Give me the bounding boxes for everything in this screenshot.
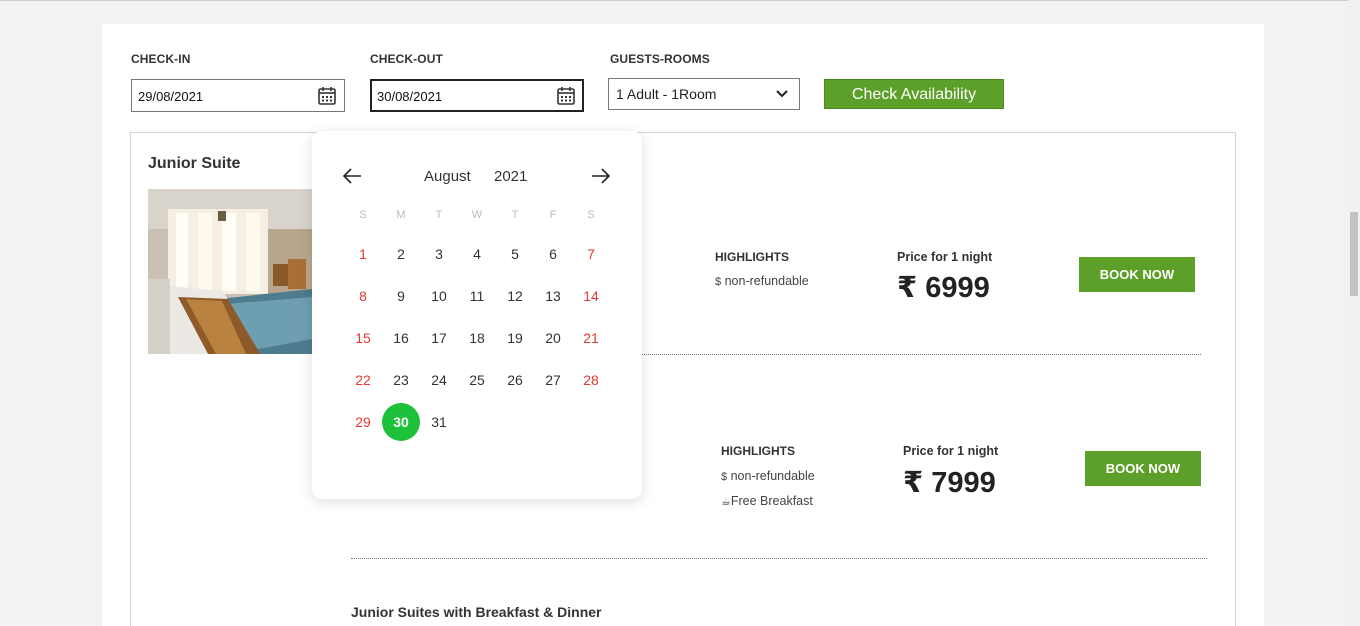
- calendar-day[interactable]: 19: [496, 319, 534, 357]
- top-border: [0, 0, 1360, 1]
- room-photo: [148, 189, 312, 354]
- offer-divider: [351, 558, 1207, 559]
- checkout-value: 30/08/2021: [377, 89, 443, 104]
- weekday-header: F: [549, 209, 557, 221]
- arrow-left-icon[interactable]: [341, 165, 363, 187]
- calendar-day[interactable]: 28: [572, 361, 610, 399]
- calendar-day[interactable]: 14: [572, 277, 610, 315]
- highlights-title: HIGHLIGHTS: [715, 250, 789, 264]
- offer-title: Junior Suites with Breakfast & Dinner: [351, 604, 602, 620]
- checkin-value: 29/08/2021: [138, 89, 204, 104]
- calendar-day[interactable]: 31: [420, 403, 458, 441]
- calendar-day[interactable]: 13: [534, 277, 572, 315]
- checkin-input[interactable]: 29/08/2021: [131, 79, 345, 112]
- calendar-day[interactable]: 11: [458, 277, 496, 315]
- room-card: Junior Suite HIGHLIGHTS $ non-refundable…: [130, 132, 1236, 626]
- guests-select[interactable]: 1 Adult - 1Room: [608, 78, 800, 110]
- weekday-header: T: [435, 209, 443, 221]
- booking-panel: CHECK-IN 29/08/2021 CHECK-OUT 30/08/2021…: [102, 24, 1264, 626]
- price-label: Price for 1 night: [897, 250, 993, 264]
- checkout-input[interactable]: 30/08/2021: [370, 79, 584, 112]
- price-value: ₹ 6999: [897, 272, 990, 304]
- chevron-down-icon: [776, 90, 788, 98]
- calendar-day[interactable]: 3: [420, 235, 458, 273]
- highlight-item: ☕Free Breakfast: [721, 494, 813, 508]
- weekday-header: S: [359, 209, 367, 221]
- checkin-label: CHECK-IN: [131, 52, 191, 66]
- calendar-day[interactable]: 21: [572, 319, 610, 357]
- scrollbar[interactable]: [1348, 0, 1360, 626]
- date-picker: August 2021 S M T W T F S 1 2 3 4 5 6 7 8 9 10 11 12 13 14 15…: [312, 131, 642, 499]
- price-value: ₹ 7999: [903, 467, 996, 499]
- checkout-label: CHECK-OUT: [370, 52, 443, 66]
- calendar-day[interactable]: 29: [344, 403, 382, 441]
- calendar-icon[interactable]: [318, 86, 336, 105]
- calendar-day[interactable]: 15: [344, 319, 382, 357]
- calendar-day[interactable]: 6: [534, 235, 572, 273]
- calendar-day[interactable]: 25: [458, 361, 496, 399]
- calendar-day[interactable]: 17: [420, 319, 458, 357]
- calendar-day[interactable]: 2: [382, 235, 420, 273]
- no-refund-icon: $: [715, 276, 722, 288]
- calendar-day[interactable]: 8: [344, 277, 382, 315]
- calendar-day[interactable]: 22: [344, 361, 382, 399]
- calendar-day-selected[interactable]: 30: [382, 403, 420, 441]
- calendar-icon[interactable]: [557, 86, 575, 105]
- weekday-header: W: [471, 209, 483, 221]
- coffee-cup-icon: ☕: [721, 496, 731, 508]
- highlight-item: $ non-refundable: [715, 274, 809, 288]
- calendar-month[interactable]: August: [424, 168, 471, 185]
- no-refund-icon: $: [721, 471, 728, 483]
- weekday-header: S: [587, 209, 595, 221]
- book-now-button[interactable]: BOOK NOW: [1085, 451, 1201, 486]
- calendar-day[interactable]: 16: [382, 319, 420, 357]
- arrow-right-icon[interactable]: [590, 165, 612, 187]
- guests-value: 1 Adult - 1Room: [616, 86, 717, 102]
- guests-label: GUESTS-ROOMS: [610, 52, 710, 66]
- calendar-day[interactable]: 1: [344, 235, 382, 273]
- book-now-button[interactable]: BOOK NOW: [1079, 257, 1195, 292]
- check-availability-button[interactable]: Check Availability: [824, 79, 1004, 109]
- weekday-header: T: [511, 209, 519, 221]
- calendar-day[interactable]: 4: [458, 235, 496, 273]
- calendar-day[interactable]: 23: [382, 361, 420, 399]
- calendar-day[interactable]: 7: [572, 235, 610, 273]
- calendar-day[interactable]: 20: [534, 319, 572, 357]
- calendar-day[interactable]: 27: [534, 361, 572, 399]
- scrollbar-thumb[interactable]: [1350, 212, 1358, 296]
- price-label: Price for 1 night: [903, 444, 999, 458]
- calendar-day[interactable]: 10: [420, 277, 458, 315]
- calendar-day[interactable]: 18: [458, 319, 496, 357]
- room-title: Junior Suite: [148, 155, 241, 172]
- calendar-day[interactable]: 24: [420, 361, 458, 399]
- calendar-day[interactable]: 12: [496, 277, 534, 315]
- calendar-day[interactable]: 5: [496, 235, 534, 273]
- weekday-header: M: [396, 209, 406, 221]
- calendar-day[interactable]: 9: [382, 277, 420, 315]
- calendar-year[interactable]: 2021: [494, 168, 527, 185]
- highlight-item: $ non-refundable: [721, 469, 815, 483]
- highlights-title: HIGHLIGHTS: [721, 444, 795, 458]
- calendar-day[interactable]: 26: [496, 361, 534, 399]
